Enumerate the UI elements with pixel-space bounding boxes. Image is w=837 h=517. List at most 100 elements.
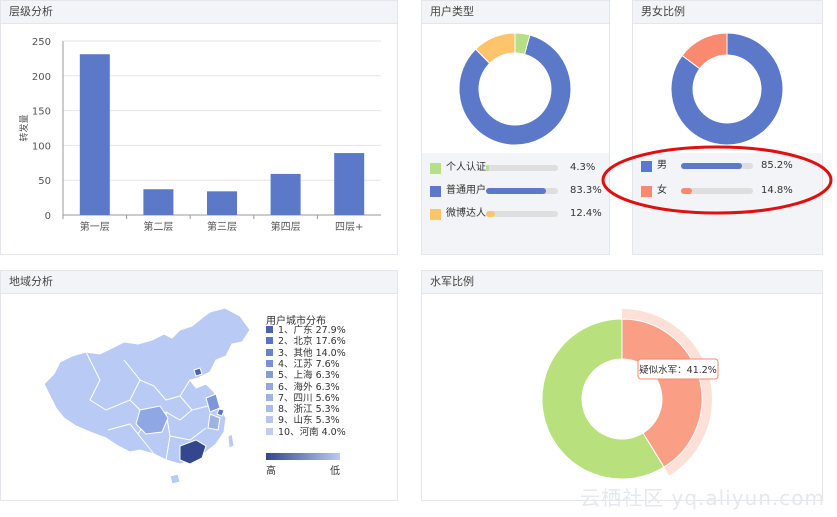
legend-bar-fill	[486, 188, 546, 194]
watermark: 云栖社区 yq.aliyun.com	[580, 486, 825, 510]
y-axis-label: 转发量	[18, 114, 30, 141]
legend-bar-fill	[486, 211, 495, 217]
gender-legend: 男 85.2% 女 14.8%	[633, 153, 822, 254]
y-tick-label: 100	[32, 141, 51, 152]
bar	[334, 153, 365, 215]
scale-low-label: 低	[330, 466, 340, 477]
legend-percent: 4.3%	[570, 162, 596, 173]
hainan-island	[169, 473, 181, 485]
legend-label: 男	[657, 160, 667, 171]
tooltip-text: 疑似水军：41.2%	[639, 364, 717, 376]
y-tick-label: 250	[32, 37, 51, 48]
x-tick-label: 第一层	[80, 220, 110, 233]
tooltip: 疑似水军：41.2%	[637, 358, 719, 380]
city-swatch	[266, 382, 273, 390]
legend-bar-fill	[681, 188, 692, 194]
legend-swatch	[641, 186, 652, 197]
city-label: 7、四川 5.6%	[278, 392, 340, 404]
map-color-scale	[266, 453, 340, 460]
y-tick-label: 150	[32, 107, 51, 118]
bar	[270, 173, 301, 215]
legend-row: 个人认证 4.3%	[430, 161, 610, 177]
legend-percent: 12.4%	[570, 208, 602, 219]
legend-swatch	[430, 163, 441, 174]
legend-label: 女	[657, 185, 667, 196]
city-legend-item: 7、四川 5.6%	[266, 393, 340, 405]
city-swatch	[266, 359, 273, 367]
gender-panel: 男女比例 男 85.2% 女 14.8%	[632, 0, 823, 255]
legend-row: 普通用户 83.3%	[430, 184, 610, 200]
city-label: 10、河南 4.0%	[278, 426, 346, 438]
x-tick-label: 第四层	[271, 220, 301, 233]
beijing-region	[193, 367, 203, 377]
city-swatch	[266, 326, 273, 333]
legend-swatch	[430, 186, 441, 197]
taiwan-island	[227, 433, 235, 449]
city-swatch	[266, 348, 273, 356]
water-panel: 水军比例 疑似水军：41.2%	[421, 270, 823, 501]
legend-row: 女 14.8%	[641, 184, 821, 200]
legend-label: 个人认证	[446, 162, 486, 173]
city-swatch	[266, 416, 273, 424]
china-map	[43, 307, 251, 485]
y-tick-label: 50	[38, 176, 51, 187]
level-panel: 层级分析 0 50 100 150 200 250 转发量第一层 第二层 第三层 第四层 四层+	[0, 0, 398, 255]
legend-bar-track	[486, 165, 558, 171]
legend-percent: 85.2%	[761, 160, 793, 171]
city-legend-item: 2、北京 17.6%	[266, 336, 346, 348]
user-type-panel-title: 用户类型	[422, 1, 609, 24]
legend-bar-fill	[681, 163, 743, 169]
user-type-legend: 个人认证 4.3% 普通用户 83.3% 微博达人 12.4%	[422, 153, 609, 254]
water-donut-chart: 疑似水军：41.2%	[541, 309, 719, 480]
legend-label: 普通用户	[446, 185, 486, 196]
city-swatch	[266, 405, 273, 413]
legend-bar-fill	[486, 165, 490, 171]
legend-label: 微博达人	[446, 208, 486, 219]
x-tick-label: 第三层	[207, 220, 237, 233]
city-legend-item: 9、山东 5.3%	[266, 415, 340, 427]
region-panel-title: 地域分析	[1, 271, 397, 294]
x-tick-label: 四层+	[335, 221, 363, 233]
y-tick-label: 0	[45, 211, 51, 222]
city-label: 8、浙江 5.3%	[278, 404, 340, 416]
legend-percent: 14.8%	[761, 185, 793, 196]
x-tick-label: 第二层	[143, 220, 173, 233]
bar	[79, 54, 110, 215]
city-label: 4、江苏 7.6%	[278, 358, 340, 370]
city-swatch	[266, 337, 273, 345]
city-swatch	[266, 427, 273, 435]
city-swatch	[266, 393, 273, 401]
legend-bar-track	[486, 188, 558, 194]
water-panel-title: 水军比例	[422, 271, 822, 294]
gender-panel-title: 男女比例	[633, 1, 822, 24]
y-tick-label: 200	[32, 72, 51, 83]
user-type-donut-chart	[458, 32, 572, 146]
legend-swatch	[641, 161, 652, 172]
legend-row: 男 85.2%	[641, 159, 821, 175]
legend-percent: 83.3%	[570, 185, 602, 196]
legend-swatch	[430, 209, 441, 220]
scale-high-label: 高	[266, 466, 276, 477]
city-label: 6、海外 6.3%	[278, 381, 340, 393]
city-label: 2、北京 17.6%	[278, 336, 346, 348]
bar	[207, 191, 237, 215]
gender-donut-chart	[670, 32, 784, 146]
city-swatch	[266, 371, 273, 379]
city-legend-item: 3、其他 14.0%	[266, 348, 346, 360]
level-panel-title: 层级分析	[1, 1, 397, 24]
china-mainland	[43, 307, 251, 465]
legend-bar-track	[681, 188, 753, 194]
city-legend-item: 10、河南 4.0%	[266, 427, 346, 439]
city-label: 5、上海 6.3%	[278, 370, 340, 382]
city-label: 3、其他 14.0%	[278, 347, 346, 359]
bar	[143, 189, 174, 215]
legend-bar-track	[681, 163, 753, 169]
legend-row: 微博达人 12.4%	[430, 207, 610, 223]
city-legend-item: 5、上海 6.3%	[266, 370, 340, 382]
level-bar-chart: 0 50 100 150 200 250 转发量第一层 第二层 第三层 第四层 四层+	[18, 37, 381, 233]
city-label: 9、山东 5.3%	[278, 415, 340, 427]
user-type-panel: 用户类型 个人认证 4.3% 普通用户 83.3% 微博达人 12.4%	[421, 0, 610, 255]
city-legend-item: 6、海外 6.3%	[266, 382, 340, 394]
city-label: 1、广东 27.9%	[278, 325, 346, 336]
legend-bar-track	[486, 211, 558, 217]
